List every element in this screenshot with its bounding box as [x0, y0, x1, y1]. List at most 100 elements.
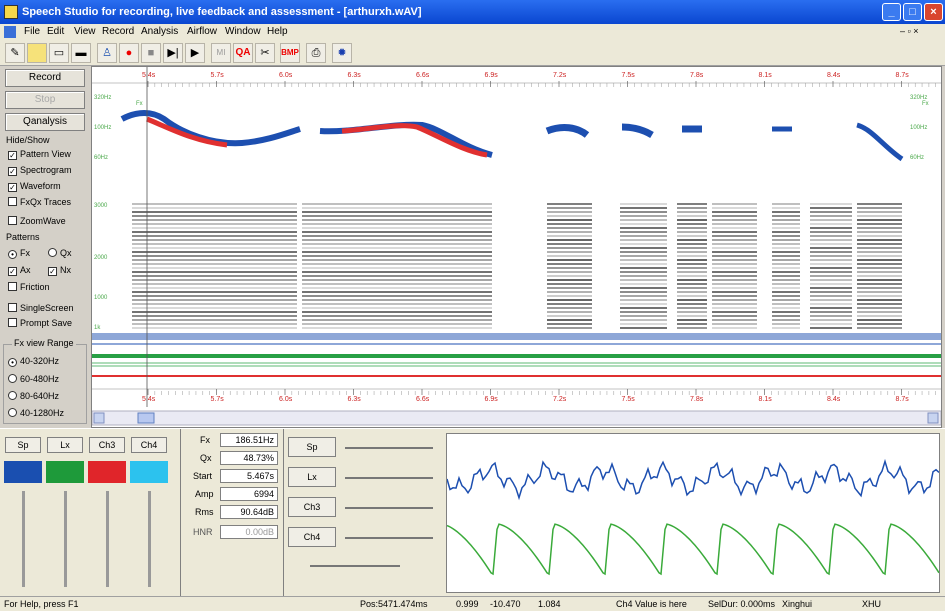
rms-label: Rms — [195, 507, 214, 517]
step-play-icon[interactable]: ▶| — [163, 43, 183, 63]
ch3-gain-slider[interactable] — [106, 491, 109, 587]
time-tick-label: 5.4s — [142, 72, 156, 79]
range-80-640-radio[interactable]: 80-640Hz — [8, 391, 59, 401]
menu-analysis[interactable]: Analysis — [141, 26, 178, 37]
play-icon[interactable]: ▶ — [185, 43, 205, 63]
ch4-level-slider[interactable] — [345, 537, 433, 539]
status-seldur: SelDur: 0.000ms — [708, 599, 776, 609]
range-40-1280-radio[interactable]: 40-1280Hz — [8, 408, 64, 418]
stop-button[interactable]: Stop — [5, 91, 85, 109]
menu-edit[interactable]: Edit — [47, 26, 64, 37]
ch4-color-swatch[interactable] — [130, 461, 168, 483]
lx-color-swatch[interactable] — [46, 461, 84, 483]
scroll-right-button[interactable] — [927, 412, 939, 424]
midi-icon[interactable]: MI — [211, 43, 231, 63]
spectrogram-checkbox[interactable]: ✓ Spectrogram — [8, 165, 72, 176]
status-value-3: 1.084 — [538, 599, 561, 609]
sp-color-swatch[interactable] — [4, 461, 42, 483]
ch4-gain-slider[interactable] — [148, 491, 151, 587]
spec-1k-label: 1k — [94, 325, 101, 331]
sp-channel-trace — [92, 335, 941, 338]
control-panel: Record Stop Qanalysis Hide/Show ✓ Pattern… — [0, 66, 90, 428]
ch3-channel-button[interactable]: Ch3 — [89, 437, 125, 453]
spec-3000-label: 3000 — [94, 203, 108, 209]
time-tick-label: 6.9s — [485, 72, 499, 79]
lx-channel-button[interactable]: Lx — [47, 437, 83, 453]
menu-record[interactable]: Record — [102, 26, 134, 37]
qx-radio[interactable]: Qx — [48, 248, 72, 258]
singlescreen-checkbox[interactable]: SingleScreen — [8, 303, 74, 313]
pattern-view-checkbox[interactable]: ✓ Pattern View — [8, 149, 71, 160]
ax-checkbox[interactable]: ✓ Ax — [8, 265, 31, 276]
fx-mid-label: 100Hz — [94, 125, 111, 131]
sp-slider-button[interactable]: Sp — [288, 437, 336, 457]
lx-gain-slider[interactable] — [64, 491, 67, 587]
zoomwave-checkbox[interactable]: ZoomWave — [8, 216, 66, 226]
time-tick-label: 7.5s — [622, 396, 636, 403]
range-60-480-radio[interactable]: 60-480Hz — [8, 374, 59, 384]
record-button[interactable]: Record — [5, 69, 85, 87]
waveform-checkbox[interactable]: ✓ Waveform — [8, 181, 61, 192]
menu-airflow[interactable]: Airflow — [187, 26, 217, 37]
print-icon[interactable]: ⎙ — [306, 43, 326, 63]
fx-trace-label-right: Fx — [922, 101, 929, 107]
fx-mid-label-right: 100Hz — [910, 125, 927, 131]
analysis-display[interactable]: 5.4s 5.7s 6.0s 6.3s 6.6s 6.9s 7.2s 7.5s 7.8s 8.1s… — [91, 66, 943, 428]
ch3-level-slider[interactable] — [345, 507, 433, 509]
app-icon — [4, 5, 18, 19]
fx-trace-7 — [856, 122, 904, 162]
master-slider[interactable] — [310, 565, 400, 567]
time-tick-label: 8.4s — [827, 396, 841, 403]
open-folder-icon[interactable] — [27, 43, 47, 63]
friction-checkbox[interactable]: Friction — [8, 282, 50, 292]
lx-zoom-waveform — [446, 523, 940, 576]
fx-radio[interactable]: • Fx — [8, 248, 30, 259]
prompt-save-checkbox[interactable]: Prompt Save — [8, 318, 72, 328]
measure-icon[interactable]: ✂ — [255, 43, 275, 63]
panel-icon[interactable]: ▬ — [71, 43, 91, 63]
status-help: For Help, press F1 — [4, 599, 79, 609]
fxqx-traces-checkbox[interactable]: FxQx Traces — [8, 197, 71, 207]
sp-gain-slider[interactable] — [22, 491, 25, 587]
ch3-slider-button[interactable]: Ch3 — [288, 497, 336, 517]
horizontal-scrollbar[interactable] — [91, 410, 942, 426]
tools-icon[interactable]: ✎ — [5, 43, 25, 63]
fx-trace-4 — [621, 123, 654, 139]
maximize-button[interactable]: □ — [903, 3, 922, 21]
menu-window[interactable]: Window — [225, 26, 261, 37]
scroll-left-button[interactable] — [93, 412, 105, 424]
amp-label: Amp — [195, 489, 214, 499]
time-tick-label: 8.7s — [896, 396, 910, 403]
record-icon[interactable]: ● — [119, 43, 139, 63]
ch3-color-swatch[interactable] — [88, 461, 126, 483]
minimize-button[interactable]: _ — [882, 3, 901, 21]
range-40-320-radio[interactable]: • 40-320Hz — [8, 356, 59, 367]
mdi-controls[interactable]: – ▫ × — [900, 26, 918, 36]
stop-icon[interactable]: ■ — [141, 43, 161, 63]
time-tick-label: 5.4s — [142, 396, 156, 403]
ch4-channel-button[interactable]: Ch4 — [131, 437, 167, 453]
nx-checkbox[interactable]: ✓ Nx — [48, 265, 71, 276]
ch4-slider-button[interactable]: Ch4 — [288, 527, 336, 547]
close-button[interactable]: × — [924, 3, 943, 21]
scroll-thumb[interactable] — [137, 412, 155, 424]
menu-view[interactable]: View — [74, 26, 96, 37]
zoom-waveform[interactable] — [446, 433, 940, 593]
settings-icon[interactable]: ✹ — [332, 43, 352, 63]
lx-slider-button[interactable]: Lx — [288, 467, 336, 487]
menu-help[interactable]: Help — [267, 26, 288, 37]
bmp-button[interactable]: BMP — [280, 43, 300, 63]
qa-button[interactable]: QA — [233, 43, 253, 63]
time-tick-label: 6.3s — [348, 396, 362, 403]
lx-level-slider[interactable] — [345, 477, 433, 479]
sp-channel-button[interactable]: Sp — [5, 437, 41, 453]
qanalysis-button[interactable]: Qanalysis — [5, 113, 85, 131]
save-icon[interactable]: ▭ — [49, 43, 69, 63]
time-tick-label: 6.6s — [416, 396, 430, 403]
menu-file[interactable]: File — [24, 26, 40, 37]
fx-trace-2-red — [341, 123, 488, 158]
sp-level-slider[interactable] — [345, 447, 433, 449]
fx-range-label: Fx view Range — [12, 338, 76, 348]
person-icon[interactable]: ♙ — [97, 43, 117, 63]
status-mode: XHU — [862, 599, 882, 609]
